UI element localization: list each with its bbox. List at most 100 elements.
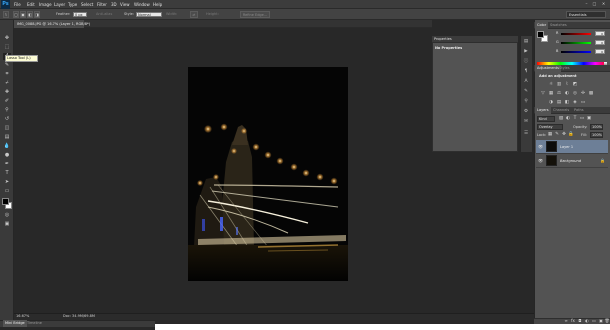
threshold-icon[interactable]: ◧ — [564, 100, 570, 106]
character-panel-icon[interactable]: A — [522, 78, 530, 85]
refine-edge-button[interactable]: Refine Edge... — [240, 11, 270, 18]
type-tool-icon[interactable]: T — [3, 170, 11, 177]
visibility-eye-icon[interactable]: 👁 — [538, 158, 543, 163]
tab-timeline[interactable]: Timeline — [27, 320, 42, 327]
lock-pixels-icon[interactable]: ✎ — [554, 132, 560, 138]
foreground-color-swatch[interactable] — [2, 198, 9, 205]
tab-channels[interactable]: Channels — [553, 107, 569, 114]
gradient-tool-icon[interactable]: ▤ — [3, 134, 11, 141]
filter-type-icon[interactable]: T — [572, 116, 578, 122]
quick-select-tool-icon[interactable]: ✎ — [3, 62, 11, 69]
menu-image[interactable]: Image — [39, 0, 52, 9]
zoom-level[interactable]: 16.67% — [16, 313, 29, 320]
style-select[interactable]: Normal — [136, 12, 162, 17]
actions-panel-icon[interactable]: ▶ — [522, 48, 530, 55]
menu-select[interactable]: Select — [81, 0, 93, 9]
channel-r-input[interactable]: 0 — [595, 31, 605, 36]
tool-presets-panel-icon[interactable]: ⚙ — [522, 108, 530, 115]
brush-panel-icon[interactable]: ✎ — [522, 88, 530, 95]
paragraph-panel-icon[interactable]: ¶ — [522, 68, 530, 75]
filter-smart-object-icon[interactable]: ▣ — [586, 116, 592, 122]
menu-filter[interactable]: Filter — [97, 0, 107, 9]
menu-type[interactable]: Type — [68, 0, 77, 9]
fill-input[interactable]: 100% — [590, 132, 603, 138]
workspace-select[interactable]: Essentials — [566, 11, 606, 18]
menu-edit[interactable]: Edit — [27, 0, 35, 9]
menu-file[interactable]: File — [14, 0, 21, 9]
layer-name[interactable]: Layer 1 — [560, 145, 573, 149]
add-selection-icon[interactable]: ▣ — [20, 11, 26, 18]
lock-all-icon[interactable]: 🔒 — [568, 132, 574, 138]
color-lookup-icon[interactable]: ▩ — [588, 91, 594, 97]
posterize-icon[interactable]: ▤ — [556, 100, 562, 106]
menu-help[interactable]: Help — [153, 0, 162, 9]
blur-tool-icon[interactable]: 💧 — [3, 143, 11, 150]
lasso-preset-icon[interactable]: ⌇ — [3, 11, 9, 18]
menu-3d[interactable]: 3D — [111, 0, 117, 9]
brush-tool-icon[interactable]: ✐ — [3, 98, 11, 105]
layer-kind-filter[interactable]: Kind — [537, 116, 555, 122]
move-tool-icon[interactable]: ✥ — [3, 35, 11, 42]
levels-icon[interactable]: ▥ — [556, 82, 562, 88]
new-selection-icon[interactable]: ▢ — [13, 11, 19, 18]
visibility-eye-icon[interactable]: 👁 — [538, 144, 543, 149]
minimize-icon[interactable]: – — [583, 1, 590, 7]
marquee-tool-icon[interactable]: ⬚ — [3, 44, 11, 51]
channel-b-slider[interactable] — [561, 51, 591, 53]
tab-paths[interactable]: Paths — [574, 107, 584, 114]
history-brush-tool-icon[interactable]: ↺ — [3, 116, 11, 123]
quick-mask-icon[interactable]: ◎ — [3, 212, 11, 219]
feather-input[interactable]: 0 px — [73, 12, 87, 17]
lock-transparency-icon[interactable]: ▦ — [547, 132, 553, 138]
opacity-input[interactable]: 100% — [590, 124, 603, 130]
lock-position-icon[interactable]: ✥ — [561, 132, 567, 138]
filter-shape-icon[interactable]: ▭ — [579, 116, 585, 122]
document-tab[interactable]: IMG_0088.JPG @ 16.7% (Layer 1, RGB/8*) — [14, 20, 90, 28]
document-canvas[interactable] — [188, 67, 348, 281]
tab-mini-bridge[interactable]: Mini Bridge — [3, 320, 27, 327]
properties-panel-icon[interactable]: ☰ — [522, 130, 530, 137]
crop-tool-icon[interactable]: ⌗ — [3, 71, 11, 78]
menu-view[interactable]: View — [120, 0, 130, 9]
clone-stamp-tool-icon[interactable]: ⚲ — [3, 107, 11, 114]
color-balance-icon[interactable]: ⚖ — [556, 91, 562, 97]
tab-styles[interactable]: Styles — [559, 65, 570, 72]
photo-filter-icon[interactable]: ◎ — [572, 91, 578, 97]
close-icon[interactable]: ✕ — [600, 1, 607, 7]
hue-saturation-icon[interactable]: ▦ — [548, 91, 554, 97]
history-panel-icon[interactable]: ▤ — [522, 38, 530, 45]
tab-layers[interactable]: Layers — [535, 107, 551, 114]
gradient-map-icon[interactable]: ▭ — [580, 100, 586, 106]
blend-mode-select[interactable]: Overlay — [537, 124, 563, 130]
selective-color-icon[interactable]: ◈ — [572, 100, 578, 106]
menu-layer[interactable]: Layer — [54, 0, 65, 9]
clone-source-panel-icon[interactable]: ⚲ — [522, 98, 530, 105]
dodge-tool-icon[interactable]: ● — [3, 152, 11, 159]
tab-swatches[interactable]: Swatches — [550, 22, 567, 29]
maximize-icon[interactable]: □ — [591, 1, 598, 7]
vibrance-icon[interactable]: ▽ — [540, 91, 546, 97]
tab-color[interactable]: Color — [535, 22, 549, 29]
swap-size-icon[interactable]: ⇄ — [190, 11, 198, 18]
intersect-selection-icon[interactable]: ◨ — [34, 11, 40, 18]
notes-panel-icon[interactable]: ✉ — [522, 118, 530, 125]
channel-r-slider[interactable] — [561, 33, 591, 35]
shape-tool-icon[interactable]: ▭ — [3, 188, 11, 195]
channel-b-input[interactable]: 0 — [595, 49, 605, 54]
menu-window[interactable]: Window — [134, 0, 150, 9]
tab-adjustments[interactable]: Adjustments — [535, 65, 561, 72]
channel-mixer-icon[interactable]: ✣ — [580, 91, 586, 97]
filter-adjustment-icon[interactable]: ◐ — [565, 116, 571, 122]
brightness-contrast-icon[interactable]: ☼ — [548, 82, 554, 88]
info-panel-icon[interactable]: ⓘ — [522, 58, 530, 65]
channel-g-slider[interactable] — [561, 42, 591, 44]
subtract-selection-icon[interactable]: ◧ — [27, 11, 33, 18]
filter-pixel-icon[interactable]: ▧ — [558, 116, 564, 122]
black-white-icon[interactable]: ◐ — [564, 91, 570, 97]
document-size[interactable]: Doc: 34.9M/69.8M — [63, 313, 95, 320]
invert-icon[interactable]: ◑ — [548, 100, 554, 106]
curves-icon[interactable]: ⌇ — [564, 82, 570, 88]
properties-title[interactable]: Properties — [434, 36, 452, 43]
path-select-tool-icon[interactable]: ➤ — [3, 179, 11, 186]
screen-mode-icon[interactable]: ▣ — [3, 221, 11, 228]
